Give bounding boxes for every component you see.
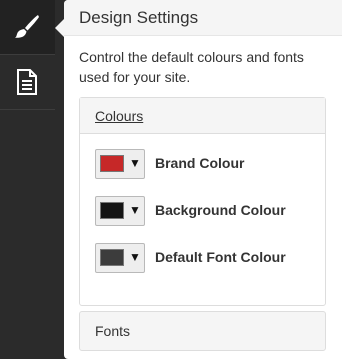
panel-header: Design Settings <box>64 0 342 36</box>
background-colour-picker[interactable]: ▼ <box>95 196 145 226</box>
default-font-colour-picker[interactable]: ▼ <box>95 243 145 273</box>
brand-colour-label: Brand Colour <box>155 155 245 171</box>
sidebar-item-design[interactable] <box>0 0 55 55</box>
colours-heading-link[interactable]: Colours <box>95 108 143 124</box>
panel-description: Control the default colours and fonts us… <box>79 49 304 85</box>
default-font-colour-swatch <box>100 249 124 266</box>
panel-title: Design Settings <box>79 8 199 27</box>
caret-down-icon: ▼ <box>129 156 141 170</box>
colours-section-header: Colours <box>80 98 325 134</box>
colours-section: Colours ▼ Brand Colour ▼ Background Colo… <box>79 97 326 306</box>
default-font-colour-label: Default Font Colour <box>155 249 286 265</box>
caret-down-icon: ▼ <box>129 203 141 217</box>
panel-pointer <box>55 19 64 37</box>
fonts-heading: Fonts <box>95 323 131 339</box>
brush-icon <box>15 15 39 38</box>
sidebar-item-pages[interactable] <box>0 55 55 110</box>
document-icon <box>17 69 37 95</box>
design-settings-panel: Design Settings Control the default colo… <box>55 0 342 359</box>
fonts-section[interactable]: Fonts <box>79 311 326 351</box>
brand-colour-swatch <box>100 155 124 172</box>
sidebar <box>0 0 55 359</box>
background-colour-swatch <box>100 202 124 219</box>
caret-down-icon: ▼ <box>129 250 141 264</box>
brand-colour-picker[interactable]: ▼ <box>95 149 145 179</box>
background-colour-label: Background Colour <box>155 202 286 218</box>
